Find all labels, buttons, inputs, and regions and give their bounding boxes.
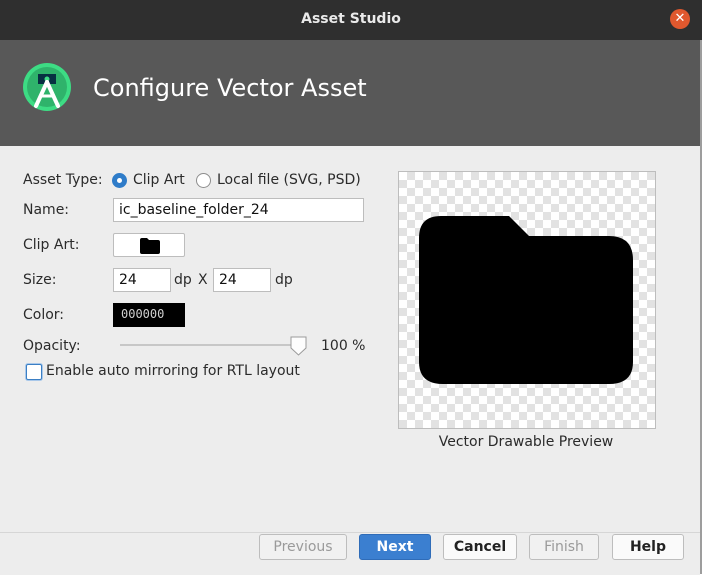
size-height-unit: dp bbox=[275, 272, 293, 288]
next-button[interactable]: Next bbox=[359, 534, 431, 560]
cancel-button[interactable]: Cancel bbox=[443, 534, 517, 560]
opacity-slider-thumb[interactable] bbox=[290, 336, 307, 356]
size-width-input[interactable]: 24 bbox=[113, 268, 171, 292]
clip-art-radio-label[interactable]: Clip Art bbox=[133, 172, 185, 188]
opacity-value: 100 % bbox=[321, 338, 366, 354]
title-bar: Asset Studio ✕ bbox=[0, 0, 702, 40]
opacity-label: Opacity: bbox=[23, 338, 81, 354]
android-studio-logo bbox=[23, 63, 71, 111]
folder-icon bbox=[140, 238, 160, 254]
clip-art-radio[interactable] bbox=[112, 173, 127, 188]
folder-preview-icon bbox=[419, 216, 633, 384]
close-icon[interactable]: ✕ bbox=[670, 9, 690, 29]
size-height-input[interactable]: 24 bbox=[213, 268, 271, 292]
local-file-radio[interactable] bbox=[196, 173, 211, 188]
window-title: Asset Studio bbox=[301, 11, 401, 27]
color-swatch-button[interactable]: 000000 bbox=[113, 303, 185, 327]
size-width-unit: dp bbox=[174, 272, 192, 288]
header-banner: Configure Vector Asset bbox=[0, 40, 700, 146]
rtl-mirroring-checkbox[interactable] bbox=[26, 364, 42, 380]
size-label: Size: bbox=[23, 272, 57, 288]
opacity-slider-track[interactable] bbox=[120, 344, 298, 346]
asset-type-label: Asset Type: bbox=[23, 172, 103, 188]
asset-studio-window: Asset Studio ✕ Configure Vector Asset As… bbox=[0, 0, 702, 575]
vector-preview-area bbox=[398, 171, 656, 429]
finish-button[interactable]: Finish bbox=[529, 534, 599, 560]
preview-caption: Vector Drawable Preview bbox=[438, 434, 614, 450]
size-separator: X bbox=[198, 272, 208, 288]
name-label: Name: bbox=[23, 202, 70, 218]
local-file-radio-label[interactable]: Local file (SVG, PSD) bbox=[217, 172, 361, 188]
name-input[interactable]: ic_baseline_folder_24 bbox=[113, 198, 364, 222]
color-label: Color: bbox=[23, 307, 65, 323]
help-button[interactable]: Help bbox=[612, 534, 684, 560]
clip-art-label: Clip Art: bbox=[23, 237, 80, 253]
page-title: Configure Vector Asset bbox=[93, 74, 367, 102]
rtl-mirroring-label[interactable]: Enable auto mirroring for RTL layout bbox=[46, 363, 300, 379]
clip-art-button[interactable] bbox=[113, 233, 185, 257]
previous-button[interactable]: Previous bbox=[259, 534, 347, 560]
